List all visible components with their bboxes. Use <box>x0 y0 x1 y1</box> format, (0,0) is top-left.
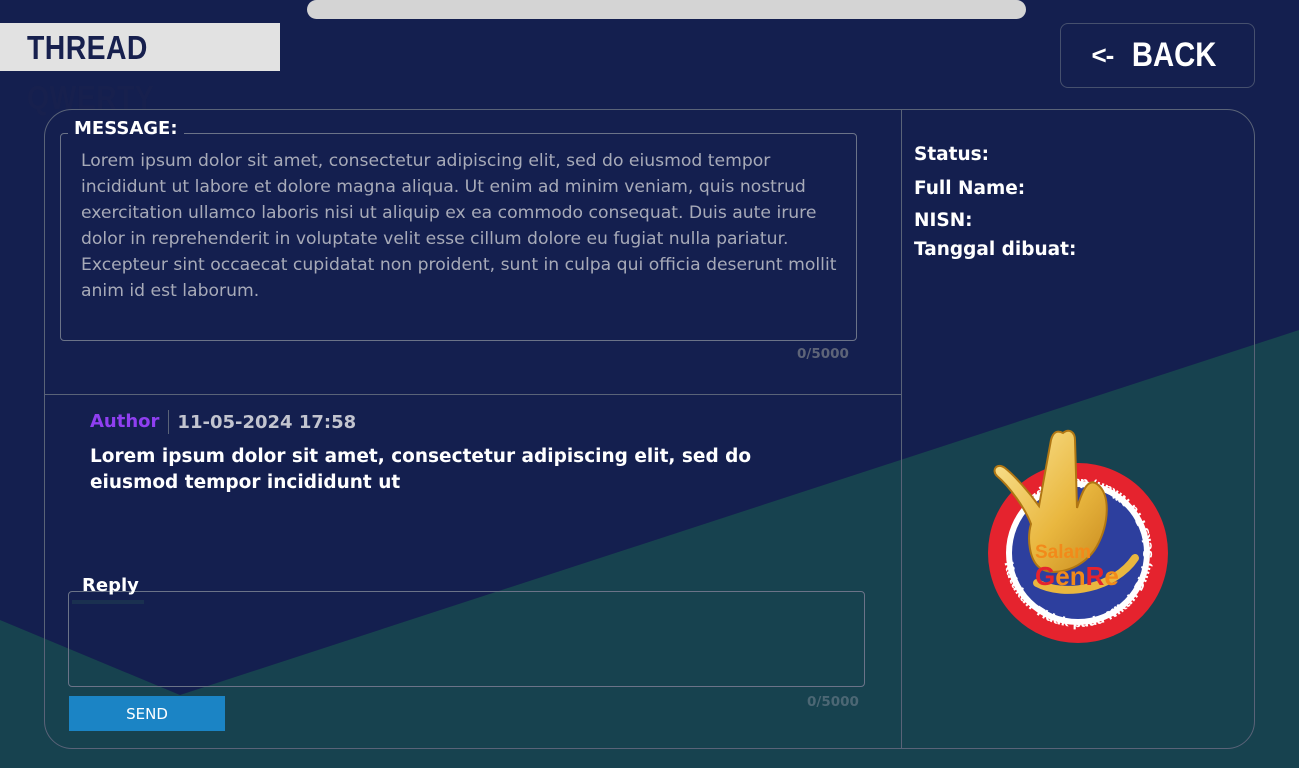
reply-input[interactable] <box>68 591 865 687</box>
comment-text: Lorem ipsum dolor sit amet, consectetur … <box>90 446 752 493</box>
status-label: Status: <box>914 144 990 165</box>
message-legend: MESSAGE: <box>68 118 184 139</box>
message-char-counter: 0/5000 <box>797 346 849 362</box>
send-button[interactable]: SEND <box>69 696 225 731</box>
panel-horizontal-divider <box>45 394 901 395</box>
comment-date: 11-05-2024 17:58 <box>177 411 357 433</box>
created-date-label: Tanggal dibuat: <box>914 239 1077 260</box>
nisn-label: NISN: <box>914 210 973 231</box>
top-scrollbar[interactable] <box>307 0 1026 19</box>
reply-char-counter: 0/5000 <box>807 694 859 710</box>
page-title: THREAD QWERTY <box>0 23 280 116</box>
reply-legend: Reply <box>82 575 139 596</box>
logo-genre-text: GenRe <box>1035 561 1119 591</box>
message-text: Lorem ipsum dolor sit amet, consectetur … <box>81 151 837 301</box>
back-arrow-icon: <- <box>1091 40 1114 70</box>
full-name-label: Full Name: <box>914 178 1026 199</box>
comment-author[interactable]: Author <box>90 410 170 434</box>
panel-vertical-divider <box>901 110 902 748</box>
comment-meta: Author 11-05-2024 17:58 <box>90 410 356 434</box>
back-label: BACK <box>1132 36 1217 74</box>
logo-salam-text: Salam <box>1035 542 1091 563</box>
salam-genre-logo: Katakan Tidak pada Nikah Dini, Seks Pra … <box>988 429 1168 643</box>
back-button[interactable]: <- BACK <box>1060 23 1255 88</box>
